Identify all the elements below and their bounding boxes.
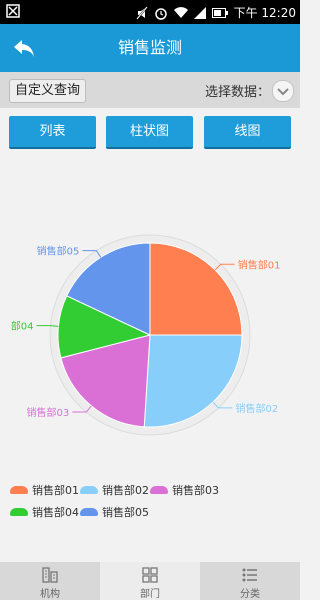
tab-bar-chart[interactable]: 柱状图 xyxy=(106,116,193,149)
pie-slice-label: 销售部02 xyxy=(235,402,278,415)
nav-item-organization[interactable]: 机构 xyxy=(0,562,100,600)
legend-label: 销售部03 xyxy=(172,484,219,497)
status-icons: 下午 12:20 xyxy=(135,4,296,21)
legend-item[interactable]: 销售部02 xyxy=(80,482,149,498)
select-data-label: 选择数据： xyxy=(205,85,271,100)
pie-chart: 销售部01 销售部02 销售部03 部04 销售部05 xyxy=(11,234,281,436)
mute-icon xyxy=(135,5,148,20)
legend-label: 销售部02 xyxy=(102,484,149,497)
wifi-icon xyxy=(173,6,188,18)
legend-item[interactable]: 销售部05 xyxy=(80,504,149,520)
building-icon xyxy=(42,567,58,583)
legend-item[interactable]: 销售部03 xyxy=(150,482,219,498)
pie-leader-line xyxy=(36,325,59,327)
chevron-down-icon[interactable] xyxy=(272,80,294,102)
pie-slice[interactable] xyxy=(149,242,243,336)
legend-swatch xyxy=(80,508,98,516)
status-time: 下午 12:20 xyxy=(233,6,296,20)
tab-list[interactable]: 列表 xyxy=(9,116,96,149)
alarm-icon xyxy=(154,7,167,20)
pie-slice-label: 部04 xyxy=(11,320,34,333)
pie-slice-label: 销售部01 xyxy=(238,258,281,271)
legend-label: 销售部04 xyxy=(32,506,79,519)
legend-label: 销售部05 xyxy=(102,506,149,519)
legend-item[interactable]: 销售部04 xyxy=(10,504,79,520)
status-bar: 下午 12:20 xyxy=(0,0,300,24)
pie-slice-label: 销售部03 xyxy=(27,406,70,419)
bottom-navigation: 机构 部门 分类 xyxy=(0,562,300,600)
signal-icon xyxy=(193,6,206,19)
nav-label: 分类 xyxy=(240,589,260,600)
nav-item-category[interactable]: 分类 xyxy=(200,562,300,600)
nav-label: 机构 xyxy=(40,589,60,600)
pie-slice-label: 销售部05 xyxy=(37,245,80,258)
legend-label: 销售部01 xyxy=(32,484,79,497)
nav-label: 部门 xyxy=(140,589,160,600)
legend-swatch xyxy=(10,508,28,516)
legend-swatch xyxy=(10,486,28,494)
page-title: 销售监测 xyxy=(117,38,182,57)
tab-line-chart[interactable]: 线图 xyxy=(204,116,291,149)
grid-icon xyxy=(142,567,158,583)
battery-icon xyxy=(211,7,228,18)
custom-query-button[interactable]: 自定义查询 xyxy=(9,79,87,103)
legend-swatch xyxy=(80,486,98,494)
list-icon xyxy=(242,568,257,582)
filter-bar: 自定义查询 选择数据： xyxy=(0,72,300,108)
nav-item-department[interactable]: 部门 xyxy=(100,562,200,600)
view-tabs: 列表 柱状图 线图 xyxy=(0,116,300,149)
pie-slice[interactable] xyxy=(143,334,243,428)
app-notification-icon xyxy=(6,4,20,18)
app-header: 销售监测 xyxy=(0,24,300,72)
legend-swatch xyxy=(150,486,168,494)
legend-item[interactable]: 销售部01 xyxy=(10,482,79,498)
